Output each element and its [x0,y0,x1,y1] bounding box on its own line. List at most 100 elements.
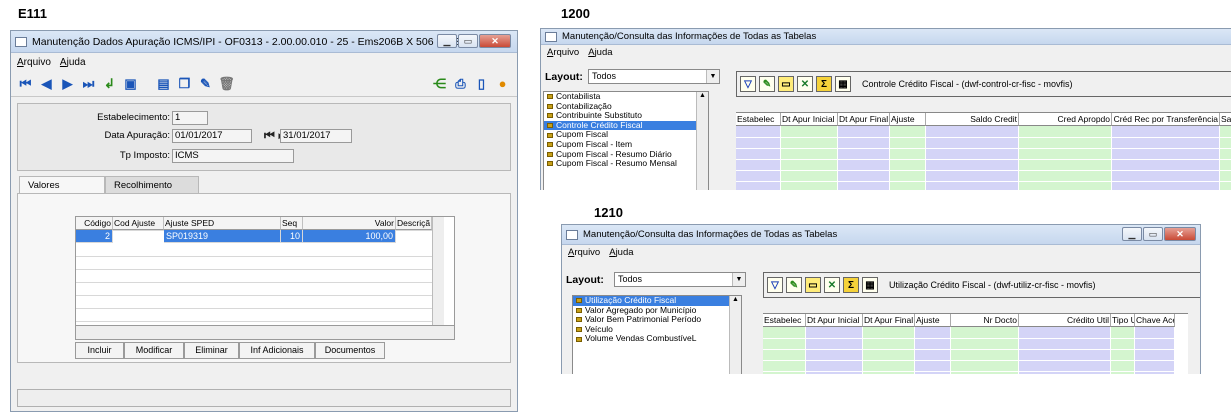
close-button[interactable]: ✕ [479,34,511,48]
previous-record-icon[interactable]: ◀ [38,75,55,92]
apuracao-window: Manutenção Dados Apuração ICMS/IPI - OF0… [10,30,518,412]
first-record-icon[interactable]: ⏮ [17,75,34,92]
menu-arquivo[interactable]: Arquivo [568,247,600,258]
excel-icon[interactable]: ✕ [824,277,840,293]
col-header[interactable]: Saldo Credit [926,113,1019,126]
col-header[interactable]: Sal [1220,113,1231,126]
new-icon[interactable]: ▭ [805,277,821,293]
col-header-seq[interactable]: Seq [281,217,303,230]
list-item[interactable]: Volume Vendas CombustívеL [573,334,741,344]
edit-icon[interactable]: ✎ [759,76,775,92]
maximize-button[interactable]: ▭ [1143,227,1163,241]
new-icon[interactable]: ▭ [778,76,794,92]
table-list-items: Utilização Crédito Fiscal Valor Agregado … [573,296,741,344]
table-cell[interactable]: 2 [76,230,113,243]
grid-row-line [763,371,1188,372]
sum-icon[interactable]: Σ [816,76,832,92]
modificar-button[interactable]: Modificar [124,342,184,359]
edit-icon[interactable]: ✎ [786,277,802,293]
data-grid: Estabelec Dt Apur Inicial Dt Apur Final Aju… [763,313,1188,374]
table-cell[interactable] [113,230,164,231]
col-header[interactable]: Estabelec [736,113,781,126]
col-header[interactable]: Chave Ace- [1135,314,1175,327]
menu-ajuda[interactable]: Ajuda [588,47,612,58]
tree-icon[interactable]: ⋲ [431,75,448,92]
col-header-ajuste-sped[interactable]: Ajuste SPED [164,217,281,230]
add-icon[interactable]: ▤ [155,75,172,92]
next-record-icon[interactable]: ▶ [59,75,76,92]
edit-icon[interactable]: ✎ [197,75,214,92]
minimize-button[interactable]: ▁ [1122,227,1142,241]
app-icon [566,229,578,240]
layout-select[interactable]: Todos ▼ [614,272,746,287]
layout-select-value: Todos [618,274,643,284]
maximize-button[interactable]: ▭ [458,34,478,48]
print-icon[interactable]: ⎙ [452,75,469,92]
col-header-cod-ajuste[interactable]: Cod Ajuste [113,217,164,230]
col-header[interactable]: Cred Apropdo [1019,113,1112,126]
filter-icon[interactable]: ▽ [767,277,783,293]
documentos-button[interactable]: Documentos [315,342,385,359]
menu-arquivo[interactable]: Arquivo [17,57,51,68]
col-header[interactable]: Crédito Util [1019,314,1111,327]
search-icon[interactable]: ▣ [122,75,139,92]
chevron-down-icon[interactable]: ▼ [706,70,719,83]
tp-imposto-field[interactable]: ICMS [172,149,294,163]
info-toolbar: ▽ ✎ ▭ ✕ Σ ▦ Utilização Crédito Fiscal - … [763,272,1200,298]
minimize-button[interactable]: ▁ [437,34,457,48]
excel-icon[interactable]: ✕ [797,76,813,92]
col-header[interactable]: Nr Docto [951,314,1019,327]
col-header[interactable]: Ajuste [915,314,951,327]
col-header-codigo[interactable]: Código [76,217,113,230]
last-record-icon[interactable]: ⏭ [80,75,97,92]
col-header[interactable]: Dt Apur Final [863,314,915,327]
chevron-down-icon[interactable]: ▼ [732,273,745,286]
eliminar-button[interactable]: Eliminar [184,342,239,359]
col-header-valor[interactable]: Valor [303,217,396,230]
data-inicial-field[interactable]: 01/01/2017 [172,129,252,143]
grid-row-line [736,159,1231,160]
col-header[interactable]: Dt Apur Inicial [781,113,838,126]
calc-icon[interactable]: ▦ [835,76,851,92]
exit-icon[interactable]: ▯ [473,75,490,92]
inf-adicionais-button[interactable]: Inf Adicionais [239,342,315,359]
layout-select[interactable]: Todos ▼ [588,69,720,84]
grid-column [1019,327,1111,374]
data-final-field[interactable]: 31/01/2017 [280,129,352,143]
filter-icon[interactable]: ▽ [740,76,756,92]
col-header[interactable]: Ajuste [890,113,926,126]
grid-column [763,327,806,374]
tab-valores[interactable]: Valores [19,176,105,193]
col-header[interactable]: Dt Apur Inicial [806,314,863,327]
col-header-descricao[interactable]: Descriçã [396,217,432,230]
table-cell[interactable] [396,230,432,231]
menu-ajuda[interactable]: Ajuda [60,57,86,68]
grid-vertical-scrollbar[interactable] [432,217,444,325]
menu-arquivo[interactable]: Arquivo [547,47,579,58]
col-header[interactable]: Créd Rec por Transferência [1112,113,1220,126]
tab-recolhimento[interactable]: Recolhimento [105,176,199,193]
layout-select-value: Todos [592,71,617,81]
list-scrollbar[interactable]: ▲ [696,92,708,190]
goto-icon[interactable]: ↲ [101,75,118,92]
table-cell[interactable]: SP019319 [164,230,281,243]
calc-icon[interactable]: ▦ [862,277,878,293]
col-header[interactable]: Dt Apur Final [838,113,890,126]
help-icon[interactable]: ● [494,75,511,92]
menu-ajuda[interactable]: Ajuda [609,247,633,258]
list-scrollbar[interactable]: ▲ [729,296,741,374]
list-item[interactable]: Cupom Fiscal - Resumo Mensal [544,159,708,169]
table-cell[interactable]: 100,00 [303,230,396,243]
scroll-up-icon[interactable]: ▲ [730,296,741,303]
col-header[interactable]: Tipo U [1111,314,1135,327]
close-button[interactable]: ✕ [1164,227,1196,241]
col-header[interactable]: Estabelec [763,314,806,327]
table-cell[interactable]: 10 [281,230,303,243]
estab-field[interactable]: 1 [172,111,208,125]
copy-icon[interactable]: ❐ [176,75,193,92]
incluir-button[interactable]: Incluir [75,342,124,359]
grid-horizontal-scrollbar[interactable] [76,325,454,339]
delete-icon[interactable]: 🗑 [218,75,235,92]
sum-icon[interactable]: Σ [843,277,859,293]
scroll-up-icon[interactable]: ▲ [697,92,708,99]
